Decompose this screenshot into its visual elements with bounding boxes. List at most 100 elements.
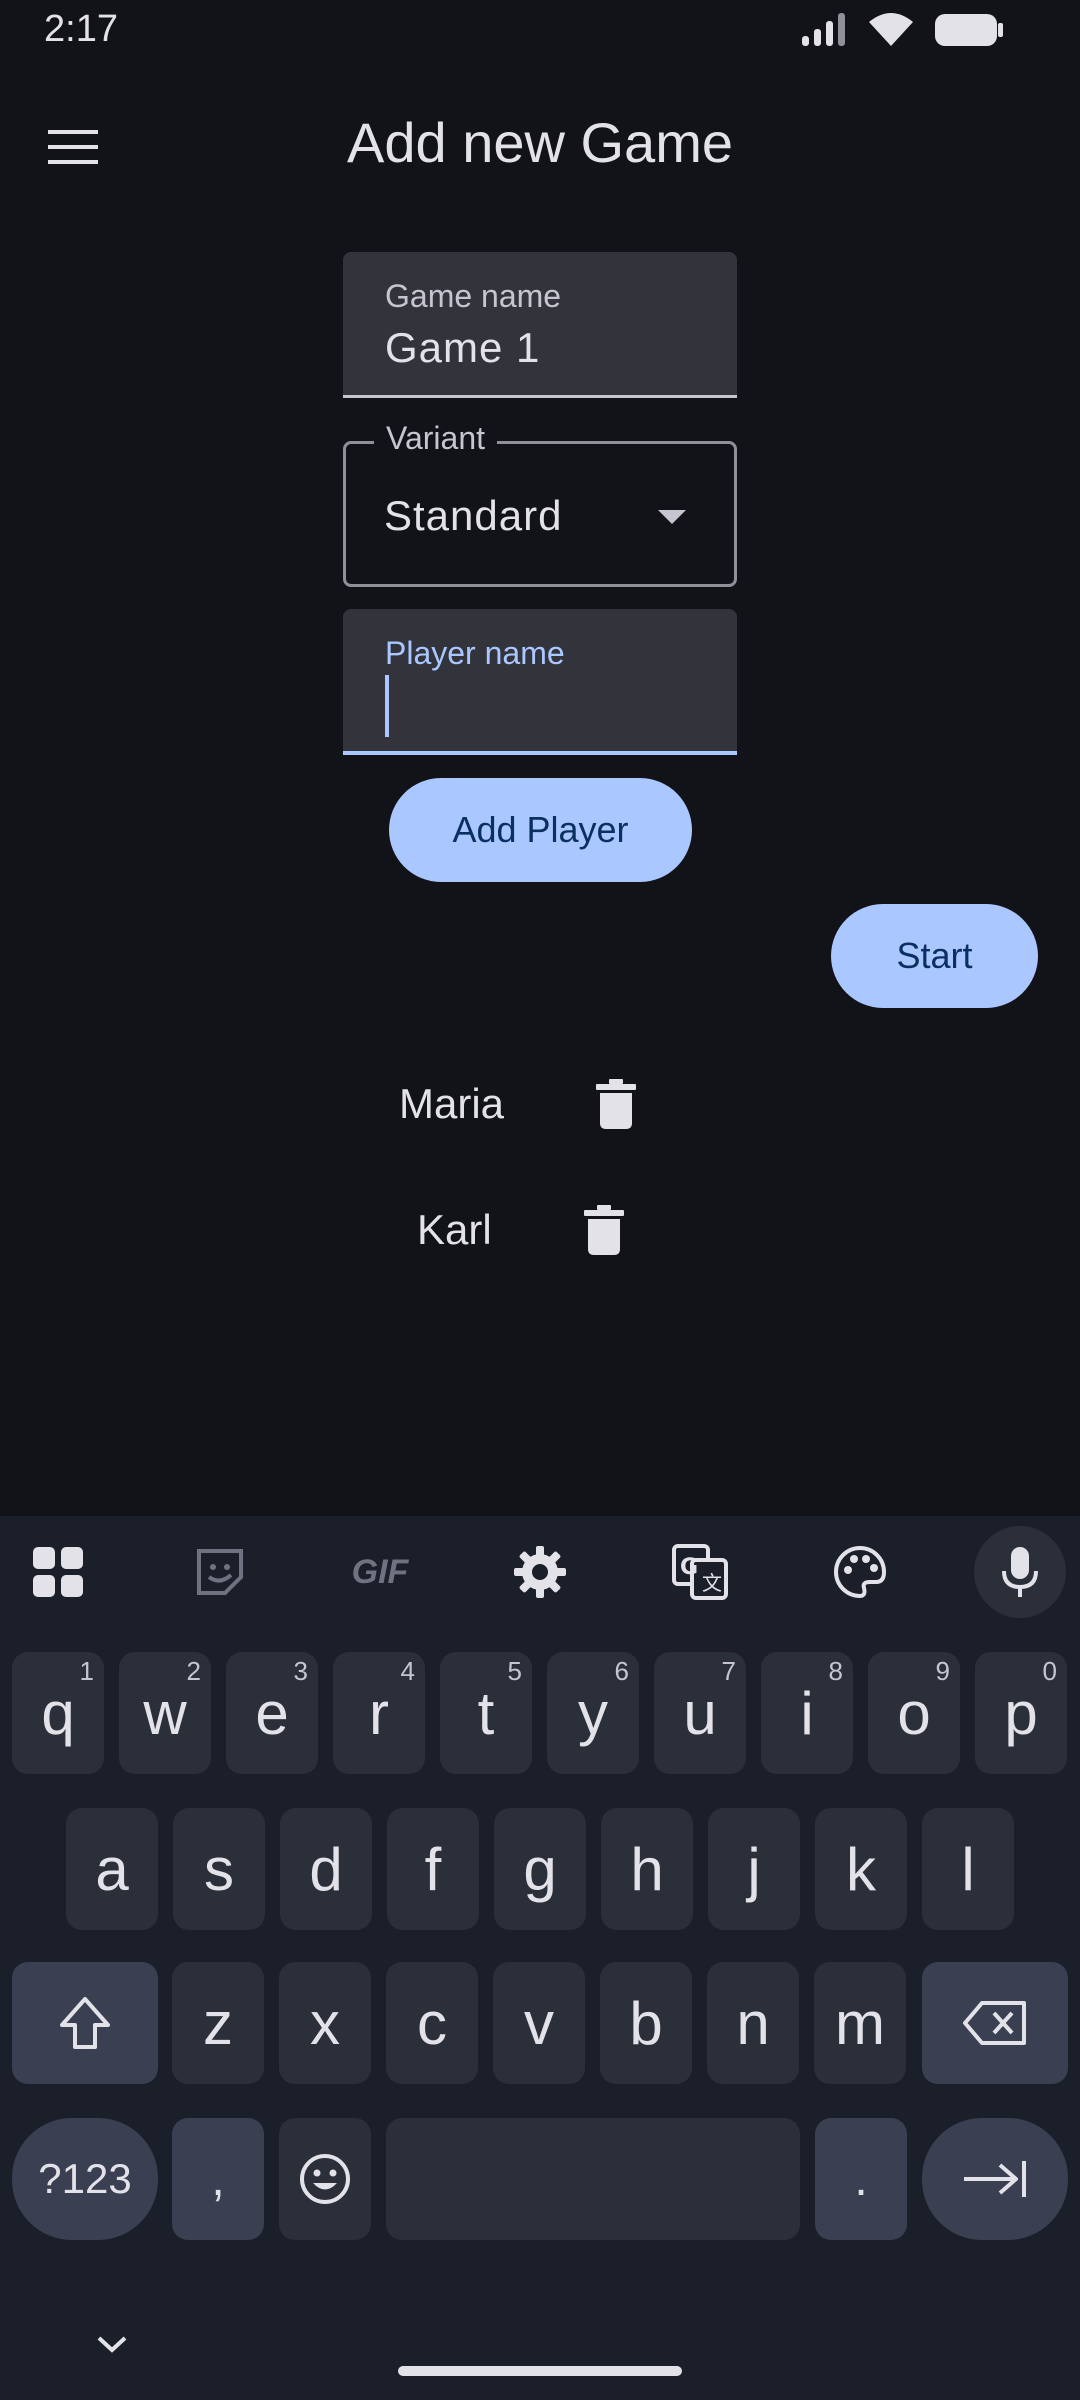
key-o[interactable]: o9 — [868, 1652, 960, 1774]
key-r-label: r — [369, 1679, 389, 1747]
soft-keyboard: GIF G文 q1w2e3r4t5y6u7i8o9p0asdfghjklzxcv… — [0, 1516, 1080, 2400]
key-h-label: h — [630, 1835, 664, 1903]
key-p-hint: 0 — [1042, 1656, 1057, 1686]
key-o-label: o — [897, 1679, 931, 1747]
mic-icon — [1002, 1547, 1038, 1597]
key-b-label: b — [629, 1989, 663, 2057]
tab-next-icon — [964, 2161, 1026, 2197]
key-x[interactable]: x — [279, 1962, 371, 2084]
key-p[interactable]: p0 — [975, 1652, 1067, 1774]
key-y-label: y — [578, 1679, 608, 1747]
settings-icon — [514, 1546, 566, 1598]
comma-key[interactable]: , — [172, 2118, 264, 2240]
key-i[interactable]: i8 — [761, 1652, 853, 1774]
keyboard-toolbar: GIF G文 — [0, 1516, 1080, 1634]
key-t[interactable]: t5 — [440, 1652, 532, 1774]
theme-button[interactable] — [814, 1526, 906, 1618]
variant-label: Variant — [374, 420, 498, 457]
variant-dropdown[interactable]: Variant Standard — [343, 420, 737, 587]
key-z[interactable]: z — [172, 1962, 264, 2084]
key-s[interactable]: s — [173, 1808, 265, 1930]
sticker-icon — [197, 1549, 243, 1595]
key-k[interactable]: k — [815, 1808, 907, 1930]
sticker-button[interactable] — [174, 1526, 266, 1618]
signal-icon — [800, 12, 848, 53]
key-h[interactable]: h — [601, 1808, 693, 1930]
gif-button[interactable]: GIF — [334, 1526, 426, 1618]
backspace-icon — [963, 2001, 1026, 2045]
status-icons — [800, 10, 1004, 54]
emoji-key[interactable] — [279, 2118, 371, 2240]
player-name: Maria — [399, 1080, 505, 1127]
chevron-down-icon — [97, 2336, 127, 2353]
translate-icon: G文 — [672, 1544, 728, 1600]
add-player-button[interactable]: Add Player — [389, 778, 692, 882]
backspace-key[interactable] — [922, 1962, 1068, 2084]
period-key[interactable]: . — [815, 2118, 907, 2240]
home-indicator[interactable] — [398, 2366, 682, 2376]
battery-icon — [934, 12, 1004, 53]
key-w[interactable]: w2 — [119, 1652, 211, 1774]
trash-icon — [583, 1205, 624, 1255]
key-a[interactable]: a — [66, 1808, 158, 1930]
key-k-label: k — [846, 1835, 876, 1903]
key-u-hint: 7 — [721, 1656, 736, 1686]
key-w-label: w — [143, 1679, 187, 1747]
svg-text:文: 文 — [702, 1571, 722, 1595]
symbols-key[interactable]: ?123 — [12, 2118, 158, 2240]
key-t-label: t — [477, 1679, 495, 1747]
dropdown-arrow-icon — [658, 510, 686, 524]
start-button[interactable]: Start — [831, 904, 1038, 1008]
key-q-hint: 1 — [79, 1656, 94, 1686]
key-u-label: u — [683, 1679, 717, 1747]
hide-keyboard-button[interactable] — [80, 2312, 144, 2376]
key-n[interactable]: n — [707, 1962, 799, 2084]
key-m[interactable]: m — [814, 1962, 906, 2084]
shift-key[interactable] — [12, 1962, 158, 2084]
key-e[interactable]: e3 — [226, 1652, 318, 1774]
game-name-label: Game name — [385, 278, 562, 314]
shift-icon — [60, 1997, 110, 2049]
key-c-label: c — [417, 1989, 447, 2057]
space-key[interactable] — [386, 2118, 800, 2240]
delete-player-button[interactable] — [574, 1200, 634, 1260]
page-title: Add new Game — [347, 111, 733, 174]
key-j[interactable]: j — [708, 1808, 800, 1930]
key-j-label: j — [747, 1835, 761, 1903]
key-g[interactable]: g — [494, 1808, 586, 1930]
status-time: 2:17 — [44, 8, 118, 50]
translate-button[interactable]: G文 — [654, 1526, 746, 1618]
game-name-field[interactable]: Game name Game 1 — [343, 252, 737, 398]
key-w-hint: 2 — [186, 1656, 201, 1686]
palette-icon — [834, 1545, 887, 1599]
comma-key-label: , — [211, 2152, 225, 2206]
player-name-field[interactable]: Player name — [343, 609, 737, 755]
tab-key[interactable] — [922, 2118, 1068, 2240]
apps-button[interactable] — [12, 1526, 104, 1618]
key-e-hint: 3 — [293, 1656, 308, 1686]
delete-player-button[interactable] — [586, 1074, 646, 1134]
player-name-label: Player name — [385, 635, 565, 671]
key-r-hint: 4 — [400, 1656, 415, 1686]
key-b[interactable]: b — [600, 1962, 692, 2084]
key-r[interactable]: r4 — [333, 1652, 425, 1774]
key-q[interactable]: q1 — [12, 1652, 104, 1774]
key-v-label: v — [524, 1989, 554, 2057]
key-v[interactable]: v — [493, 1962, 585, 2084]
key-e-label: e — [255, 1679, 289, 1747]
key-y[interactable]: y6 — [547, 1652, 639, 1774]
variant-value: Standard — [384, 492, 563, 539]
settings-button[interactable] — [494, 1526, 586, 1618]
key-g-label: g — [523, 1835, 557, 1903]
key-o-hint: 9 — [935, 1656, 950, 1686]
key-l[interactable]: l — [922, 1808, 1014, 1930]
key-d[interactable]: d — [280, 1808, 372, 1930]
key-d-label: d — [309, 1835, 343, 1903]
key-f[interactable]: f — [387, 1808, 479, 1930]
key-c[interactable]: c — [386, 1962, 478, 2084]
player-row: Maria — [399, 1068, 646, 1140]
key-l-label: l — [961, 1835, 975, 1903]
voice-input-button[interactable] — [974, 1526, 1066, 1618]
key-u[interactable]: u7 — [654, 1652, 746, 1774]
gif-icon: GIF — [351, 1552, 409, 1591]
